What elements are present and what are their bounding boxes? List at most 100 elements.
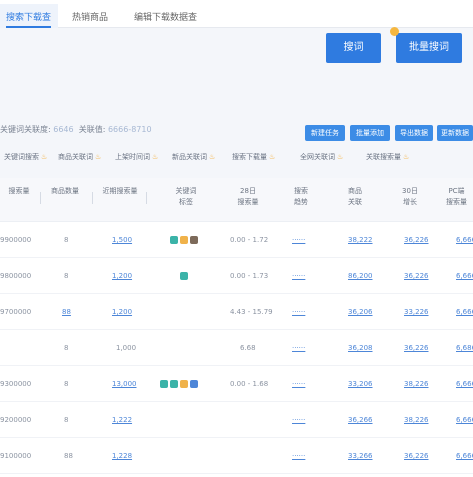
tag-icon [180,380,188,388]
cell-count: 8 [64,344,69,352]
cell-30d[interactable]: 38,226 [404,378,429,390]
cell-count: 88 [64,452,73,460]
table-row[interactable]: 9200000 8 1,222 ······ 36,266 38,226 6,6… [0,402,473,438]
cell-pc[interactable]: 6,666 [456,414,473,426]
tab-edit-data[interactable]: 编辑下载数据查 [134,8,197,28]
chip-1[interactable]: 商品关联词 ♨ [58,152,101,164]
cell-relation[interactable]: 38,222 [348,234,373,246]
cell-relation[interactable]: 36,206 [348,306,373,318]
cell-pc[interactable]: 6,666 [456,450,473,462]
cell-30d[interactable]: 36,226 [404,270,429,282]
cell-relation[interactable]: 33,266 [348,450,373,462]
flame-icon: ♨ [403,153,410,161]
cell-range: 0.00 - 1.73 [230,272,269,280]
cell-trend[interactable]: ······ [292,450,305,462]
cell-recent[interactable]: 1,228 [112,450,132,462]
th-tags[interactable]: 关键词 标签 [168,186,204,208]
tag-icon [190,236,198,244]
chip-4[interactable]: 搜索下载量 ♨ [232,152,275,164]
cell-recent[interactable]: 13,000 [112,378,137,390]
table-row[interactable]: 9900000 8 1,500 0.00 - 1.72 ······ 38,22… [0,222,473,258]
cell-pc[interactable]: 6,666 [456,306,473,318]
new-task-button[interactable]: 新建任务 [305,125,345,141]
th-recent[interactable]: 近期搜索量 [100,186,140,197]
cell-relation[interactable]: 36,266 [348,414,373,426]
tab-hot-products[interactable]: 热销商品 [72,8,108,28]
cell-count[interactable]: 88 [62,306,71,318]
th-relation[interactable]: 商品 关联 [340,186,370,208]
tag-icon [170,236,178,244]
cell-trend[interactable]: ······ [292,414,305,426]
notification-badge [390,27,399,36]
table-row[interactable]: 9300000 8 13,000 0.00 - 1.68 ······ 33,2… [0,366,473,402]
cell-volume: 9800000 [0,272,32,280]
cell-30d[interactable]: 33,226 [404,306,429,318]
filter-summary: 关键词关联度: 6646 关联值: 6666-8710 [0,125,152,134]
cell-range: 4.43 - 15.79 [230,308,273,316]
th-count[interactable]: 商品数量 [48,186,82,197]
flame-icon: ♨ [152,153,159,161]
chip-6[interactable]: 关联搜索量 ♨ [366,152,409,164]
cell-relation[interactable]: 33,206 [348,378,373,390]
cell-30d[interactable]: 38,226 [404,414,429,426]
flame-icon: ♨ [95,153,102,161]
search-button[interactable]: 搜词 [326,33,381,63]
cell-relation[interactable]: 86,200 [348,270,373,282]
cell-30d[interactable]: 36,226 [404,450,429,462]
update-button[interactable]: 更新数据 [437,125,473,141]
th-30d[interactable]: 30日 增长 [396,186,424,208]
cell-trend[interactable]: ······ [292,378,305,390]
cell-pc[interactable]: 6,686 [456,342,473,354]
cell-relation[interactable]: 36,208 [348,342,373,354]
cell-trend[interactable]: ······ [292,234,305,246]
cell-count: 8 [64,236,69,244]
chip-3[interactable]: 新品关联词 ♨ [172,152,215,164]
keyword-table: 搜索量 商品数量 近期搜索量 关键词 标签 28日 搜索量 搜索 趋势 商品 关… [0,178,473,477]
cell-range: 6.68 [240,344,256,352]
chip-5[interactable]: 全网关联词 ♨ [300,152,343,164]
tag-icon [190,380,198,388]
export-button[interactable]: 导出数据 [395,125,433,141]
chip-0[interactable]: 关键词搜索 ♨ [4,152,47,164]
cell-range: 0.00 - 1.72 [230,236,269,244]
th-trend[interactable]: 搜索 趋势 [286,186,316,208]
tag-icon [180,272,188,280]
cell-recent[interactable]: 1,200 [112,306,132,318]
flame-icon: ♨ [337,153,344,161]
batch-search-button[interactable]: 批量搜词 [396,33,462,63]
cell-trend[interactable]: ······ [292,270,305,282]
cell-volume: 9700000 [0,308,32,316]
cell-pc[interactable]: 6,666 [456,234,473,246]
tab-search[interactable]: 搜索下载查 [6,8,52,28]
cell-trend[interactable]: ······ [292,306,305,318]
filter-value-1: 6646 [53,125,74,134]
cell-pc[interactable]: 6,666 [456,270,473,282]
batch-add-button[interactable]: 批量添加 [350,125,390,141]
top-tab-bar: 搜索下载查 热销商品 编辑下载数据查 [0,0,473,28]
table-row[interactable]: 9100000 88 1,228 ······ 33,266 36,226 6,… [0,438,473,474]
cell-pc[interactable]: 6,666 [456,378,473,390]
th-volume[interactable]: 搜索量 [0,186,38,197]
tag-icon [180,236,188,244]
cell-trend[interactable]: ······ [292,342,305,354]
chip-2[interactable]: 上架时间词 ♨ [115,152,158,164]
filter-label-2: 关联值 [78,125,103,134]
th-28d[interactable]: 28日 搜索量 [230,186,266,208]
table-row[interactable]: 9800000 8 1,200 0.00 - 1.73 ······ 86,20… [0,258,473,294]
table-row[interactable]: 8 1,000 6.68 ······ 36,208 36,226 6,686 [0,330,473,366]
tag-icon [160,380,168,388]
filter-value-2: 6666-8710 [107,125,152,134]
cell-recent[interactable]: 1,222 [112,414,132,426]
cell-volume: 9900000 [0,236,32,244]
cell-count: 8 [64,380,69,388]
cell-recent[interactable]: 1,200 [112,270,132,282]
cell-count: 8 [64,416,69,424]
th-pc[interactable]: PC端 搜索量 [440,186,473,208]
cell-30d[interactable]: 36,226 [404,342,429,354]
table-header: 搜索量 商品数量 近期搜索量 关键词 标签 28日 搜索量 搜索 趋势 商品 关… [0,178,473,222]
table-row[interactable]: 9700000 88 1,200 4.43 - 15.79 ······ 36,… [0,294,473,330]
cell-recent[interactable]: 1,500 [112,234,132,246]
cell-volume: 9300000 [0,380,32,388]
cell-30d[interactable]: 36,226 [404,234,429,246]
cell-range: 0.00 - 1.68 [230,380,269,388]
